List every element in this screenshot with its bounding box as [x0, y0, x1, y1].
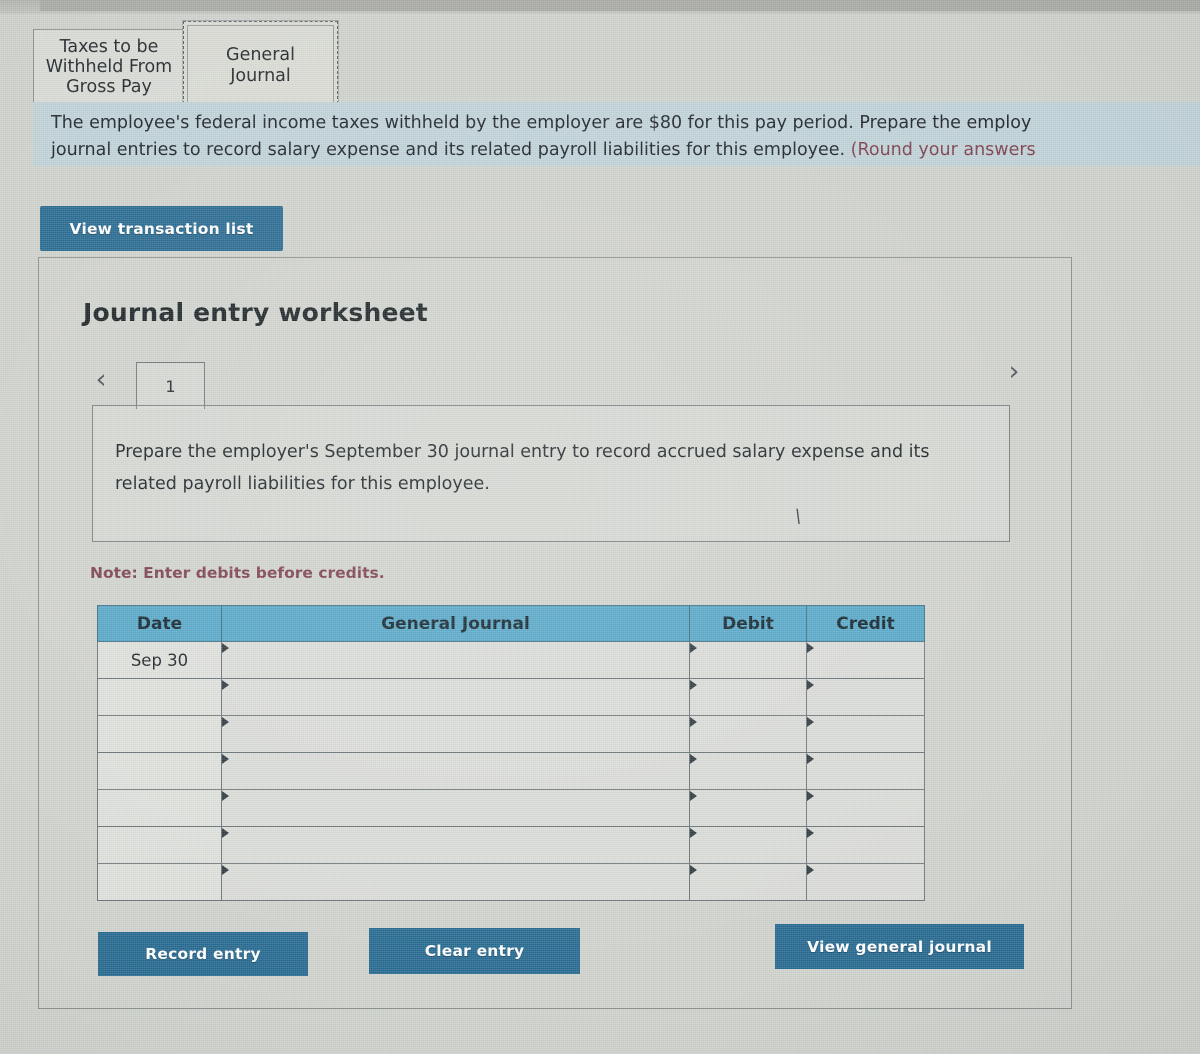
- cell-date[interactable]: [97, 715, 222, 753]
- cell-credit[interactable]: [806, 752, 925, 790]
- cell-debit[interactable]: [689, 789, 807, 827]
- cell-dropdown-triangle-icon: [222, 865, 229, 875]
- cell-dropdown-triangle-icon: [690, 828, 697, 838]
- cell-credit[interactable]: [806, 715, 925, 753]
- table-row: [97, 678, 925, 716]
- tab-label-line-1: Taxes to be: [59, 36, 159, 57]
- tab-taxes-to-be-withheld-from-gross-pay[interactable]: Taxes to be Withheld From Gross Pay: [33, 29, 185, 104]
- cell-dropdown-triangle-icon: [690, 643, 697, 653]
- view-general-journal-button[interactable]: View general journal: [775, 924, 1024, 969]
- cell-general-journal[interactable]: [221, 826, 690, 864]
- table-row: [97, 826, 925, 864]
- worksheet-page-tab-1[interactable]: 1: [136, 362, 205, 409]
- cell-date[interactable]: [97, 678, 222, 716]
- cell-dropdown-triangle-icon: [807, 680, 814, 690]
- cell-general-journal[interactable]: [221, 641, 690, 679]
- table-row: [97, 752, 925, 790]
- cell-credit[interactable]: [806, 863, 925, 901]
- instruction-text: The employee's federal income taxes with…: [33, 102, 1200, 166]
- cell-date[interactable]: [97, 863, 222, 901]
- tab-bar: Taxes to be Withheld From Gross Pay Gene…: [33, 20, 1200, 110]
- cell-dropdown-triangle-icon: [807, 791, 814, 801]
- column-header-debit: Debit: [689, 605, 807, 642]
- instruction-line-1: The employee's federal income taxes with…: [51, 110, 1200, 137]
- cell-dropdown-triangle-icon: [222, 680, 229, 690]
- page-title: Journal entry worksheet: [83, 298, 428, 327]
- worksheet-prompt-text: Prepare the employer's September 30 jour…: [115, 442, 930, 495]
- instruction-line-2: journal entries to record salary expense…: [51, 137, 1200, 164]
- column-header-credit: Credit: [806, 605, 925, 642]
- cursor-artifact-icon: \: [793, 505, 803, 528]
- table-row: [97, 789, 925, 827]
- general-journal-table: Date General Journal Debit Credit Sep 30: [97, 605, 925, 901]
- cell-dropdown-triangle-icon: [222, 643, 229, 653]
- rounding-hint: (Round your answers: [850, 140, 1036, 161]
- cell-dropdown-triangle-icon: [807, 643, 814, 653]
- cell-general-journal[interactable]: [221, 678, 690, 716]
- table-row: Sep 30: [97, 641, 925, 679]
- cell-date[interactable]: Sep 30: [97, 641, 222, 679]
- worksheet-prompt: Prepare the employer's September 30 jour…: [92, 405, 1010, 542]
- record-entry-button[interactable]: Record entry: [98, 932, 308, 976]
- cell-debit[interactable]: [689, 863, 807, 901]
- view-transaction-list-button[interactable]: View transaction list: [40, 206, 283, 251]
- cell-credit[interactable]: [806, 641, 925, 679]
- cell-dropdown-triangle-icon: [807, 828, 814, 838]
- table-body: Sep 30: [97, 641, 925, 901]
- debits-before-credits-note: Note: Enter debits before credits.: [90, 564, 385, 582]
- cell-debit[interactable]: [689, 678, 807, 716]
- instruction-line-1-text: The employee's federal income taxes with…: [51, 113, 1032, 133]
- tab-label-line-3: Gross Pay: [66, 77, 152, 98]
- cell-date[interactable]: [97, 752, 222, 790]
- cell-credit[interactable]: [806, 826, 925, 864]
- cell-dropdown-triangle-icon: [807, 754, 814, 764]
- instruction-line-2-text: journal entries to record salary expense…: [51, 140, 851, 161]
- chevron-right-icon[interactable]: ›: [1003, 357, 1025, 387]
- cell-general-journal[interactable]: [221, 863, 690, 901]
- tab-label-line-2: Journal: [230, 65, 291, 86]
- column-header-general-journal: General Journal: [221, 605, 690, 642]
- screen-top-band-dark: [40, 0, 1200, 11]
- cell-dropdown-triangle-icon: [807, 865, 814, 875]
- cell-date[interactable]: [97, 789, 222, 827]
- cell-dropdown-triangle-icon: [690, 717, 697, 727]
- cell-debit[interactable]: [689, 826, 807, 864]
- cell-dropdown-triangle-icon: [690, 865, 697, 875]
- table-row: [97, 863, 925, 901]
- cell-dropdown-triangle-icon: [222, 717, 229, 727]
- cell-general-journal[interactable]: [221, 715, 690, 753]
- tab-label-line-2: Withheld From: [45, 56, 173, 77]
- worksheet-pager: ‹ 1 ›: [83, 357, 1019, 409]
- cell-general-journal[interactable]: [221, 789, 690, 827]
- cell-credit[interactable]: [806, 789, 925, 827]
- cell-debit[interactable]: [689, 752, 807, 790]
- cell-general-journal[interactable]: [221, 752, 690, 790]
- cell-dropdown-triangle-icon: [690, 754, 697, 764]
- cell-dropdown-triangle-icon: [690, 791, 697, 801]
- cell-debit[interactable]: [689, 641, 807, 679]
- cell-credit[interactable]: [806, 678, 925, 716]
- tab-label-line-1: General: [226, 45, 295, 66]
- cell-dropdown-triangle-icon: [222, 754, 229, 764]
- cell-dropdown-triangle-icon: [222, 791, 229, 801]
- chevron-left-icon[interactable]: ‹: [90, 365, 112, 395]
- tab-general-journal[interactable]: General Journal: [182, 20, 339, 110]
- column-header-date: Date: [97, 605, 222, 642]
- clear-entry-button[interactable]: Clear entry: [369, 928, 580, 974]
- cell-date[interactable]: [97, 826, 222, 864]
- cell-dropdown-triangle-icon: [690, 680, 697, 690]
- table-header-row: Date General Journal Debit Credit: [97, 605, 925, 642]
- cell-dropdown-triangle-icon: [222, 828, 229, 838]
- cell-debit[interactable]: [689, 715, 807, 753]
- table-row: [97, 715, 925, 753]
- cell-dropdown-triangle-icon: [807, 717, 814, 727]
